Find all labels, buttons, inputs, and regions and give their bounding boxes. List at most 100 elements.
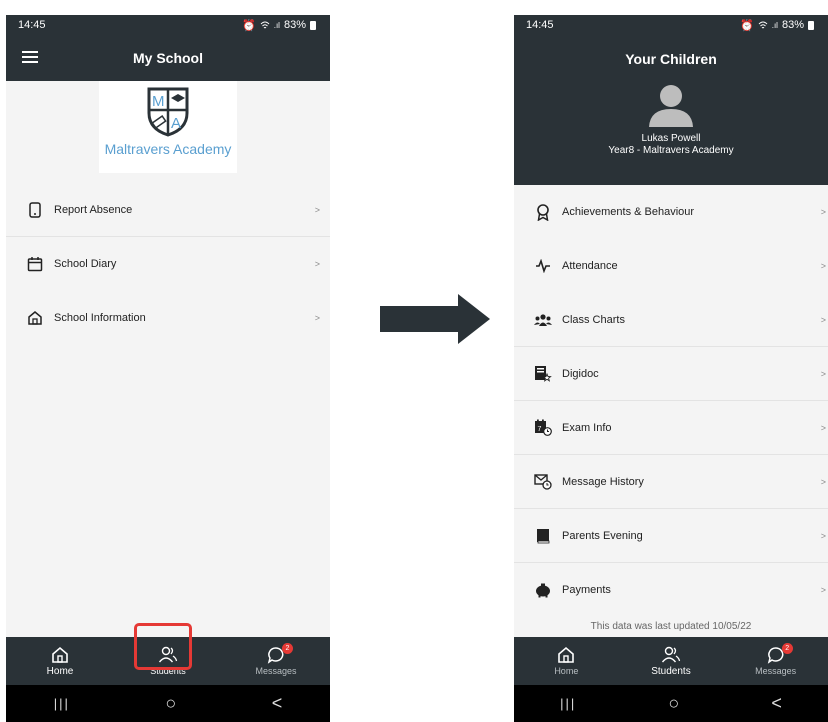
nav-label: Messages	[755, 666, 797, 676]
chevron-right-icon: >	[820, 476, 826, 487]
child-menu: Achievements & Behaviour > Attendance > …	[514, 185, 828, 617]
system-home-icon[interactable]: ○	[668, 693, 679, 714]
chevron-right-icon: >	[314, 313, 320, 323]
page-title: My School	[132, 50, 203, 66]
chevron-right-icon: >	[314, 259, 320, 269]
nav-home[interactable]: Home	[531, 646, 601, 676]
profile-header: Your Children Lukas Powell Year8 - Maltr…	[514, 35, 828, 185]
battery-level: 83%	[283, 19, 306, 31]
menu-item-message-history[interactable]: Message History >	[514, 455, 828, 509]
signal-icon: .ıl	[771, 20, 778, 30]
alarm-icon: ⏰	[242, 19, 256, 32]
wifi-icon	[260, 21, 270, 28]
school-menu: Report Absence > School Diary > School I…	[6, 183, 330, 345]
recent-apps-icon[interactable]: |||	[54, 696, 70, 711]
back-icon[interactable]: <	[272, 693, 283, 714]
home-icon	[52, 646, 68, 663]
users-icon	[661, 646, 681, 662]
menu-item-parents-evening[interactable]: Parents Evening >	[514, 509, 828, 563]
menu-item-school-diary[interactable]: School Diary >	[6, 237, 330, 291]
menu-item-label: Digidoc	[562, 367, 599, 380]
menu-item-label: Exam Info	[562, 421, 612, 434]
document-star-icon	[534, 365, 552, 383]
my-school-screen: 14:45 ⏰ .ıl 83% My School M A Maltravers…	[6, 15, 330, 722]
nav-label: Home	[554, 666, 579, 676]
crest-letter-m: M	[152, 93, 165, 110]
school-logo: M A Maltravers Academy	[99, 81, 237, 173]
chevron-right-icon: >	[820, 585, 826, 595]
crest-letter-a: A	[171, 115, 181, 132]
menu-item-label: Class Charts	[562, 313, 625, 326]
nav-messages[interactable]: 2 Messages	[741, 643, 811, 676]
phone-icon	[26, 201, 44, 219]
nav-label: Home	[46, 665, 74, 677]
menu-item-school-information[interactable]: School Information >	[6, 291, 330, 345]
menu-item-exam-info[interactable]: 7 Exam Info >	[514, 401, 828, 455]
chevron-right-icon: >	[820, 207, 826, 217]
school-crest-icon: M A	[147, 87, 189, 137]
menu-item-digidoc[interactable]: Digidoc >	[514, 347, 828, 401]
battery-icon	[310, 20, 316, 30]
chevron-right-icon: >	[820, 314, 826, 325]
signal-icon: .ıl	[273, 20, 280, 30]
your-children-screen: 14:45 ⏰ .ıl 83% Your Children Lukas Powe…	[514, 15, 828, 722]
app-bar: My School	[6, 35, 330, 81]
battery-level: 83%	[781, 19, 804, 31]
chevron-right-icon: >	[314, 204, 320, 215]
nav-messages[interactable]: 2 Messages	[241, 643, 311, 676]
school-name: Maltravers Academy	[104, 141, 232, 157]
menu-item-label: Payments	[562, 584, 611, 596]
last-updated-text: This data was last updated 10/05/22	[590, 621, 752, 632]
menu-item-achievements-behaviour[interactable]: Achievements & Behaviour >	[514, 185, 828, 239]
notification-badge: 2	[781, 643, 793, 654]
chevron-right-icon: >	[820, 422, 826, 433]
notification-badge: 2	[282, 643, 293, 654]
home-icon	[26, 309, 44, 327]
group-icon	[534, 311, 552, 329]
menu-item-payments[interactable]: Payments >	[514, 563, 828, 617]
students-highlight-box	[134, 623, 192, 670]
menu-item-label: Report Absence	[54, 203, 133, 216]
calendar-clock-icon: 7	[534, 419, 552, 437]
nav-home[interactable]: Home	[25, 646, 95, 677]
child-year-school: Year8 - Maltravers Academy	[608, 145, 734, 156]
transition-arrow-icon	[380, 294, 490, 344]
menu-item-class-charts[interactable]: Class Charts >	[514, 293, 828, 347]
status-indicators: ⏰ .ıl 83%	[242, 19, 316, 32]
status-bar: 14:45 ⏰ .ıl 83%	[514, 15, 828, 35]
envelope-clock-icon	[534, 473, 552, 491]
system-home-icon[interactable]: ○	[165, 693, 176, 714]
nav-students[interactable]: Students	[636, 646, 706, 677]
book-icon	[534, 527, 552, 545]
home-icon	[558, 646, 575, 663]
recent-apps-icon[interactable]: |||	[560, 696, 576, 711]
child-name: Lukas Powell	[641, 133, 701, 144]
system-navigation-bar: ||| ○ <	[514, 685, 828, 722]
back-icon[interactable]: <	[771, 693, 782, 714]
svg-text:7: 7	[538, 426, 542, 433]
status-time: 14:45	[18, 19, 46, 31]
nav-label: Messages	[255, 666, 297, 676]
menu-item-report-absence[interactable]: Report Absence >	[6, 183, 330, 237]
status-indicators: ⏰ .ıl 83%	[740, 19, 814, 32]
menu-item-label: Parents Evening	[562, 529, 643, 542]
menu-item-label: Achievements & Behaviour	[562, 206, 695, 218]
status-bar: 14:45 ⏰ .ıl 83%	[6, 15, 330, 35]
bottom-navigation: Home Students 2 Messages	[514, 637, 828, 685]
avatar[interactable]	[646, 79, 696, 129]
nav-label: Students	[651, 665, 691, 677]
activity-pulse-icon	[534, 257, 552, 275]
wifi-icon	[758, 21, 768, 28]
chevron-right-icon: >	[820, 261, 826, 271]
hamburger-menu-icon[interactable]	[22, 51, 38, 63]
menu-item-label: Attendance	[562, 260, 618, 272]
menu-item-label: School Information	[54, 312, 146, 324]
alarm-icon: ⏰	[740, 19, 754, 32]
menu-item-attendance[interactable]: Attendance >	[514, 239, 828, 293]
award-ribbon-icon	[534, 203, 552, 221]
calendar-icon	[26, 255, 44, 273]
menu-item-label: Message History	[562, 475, 644, 488]
chevron-right-icon: >	[820, 368, 826, 379]
menu-item-label: School Diary	[54, 258, 117, 270]
piggy-bank-icon	[534, 581, 552, 599]
